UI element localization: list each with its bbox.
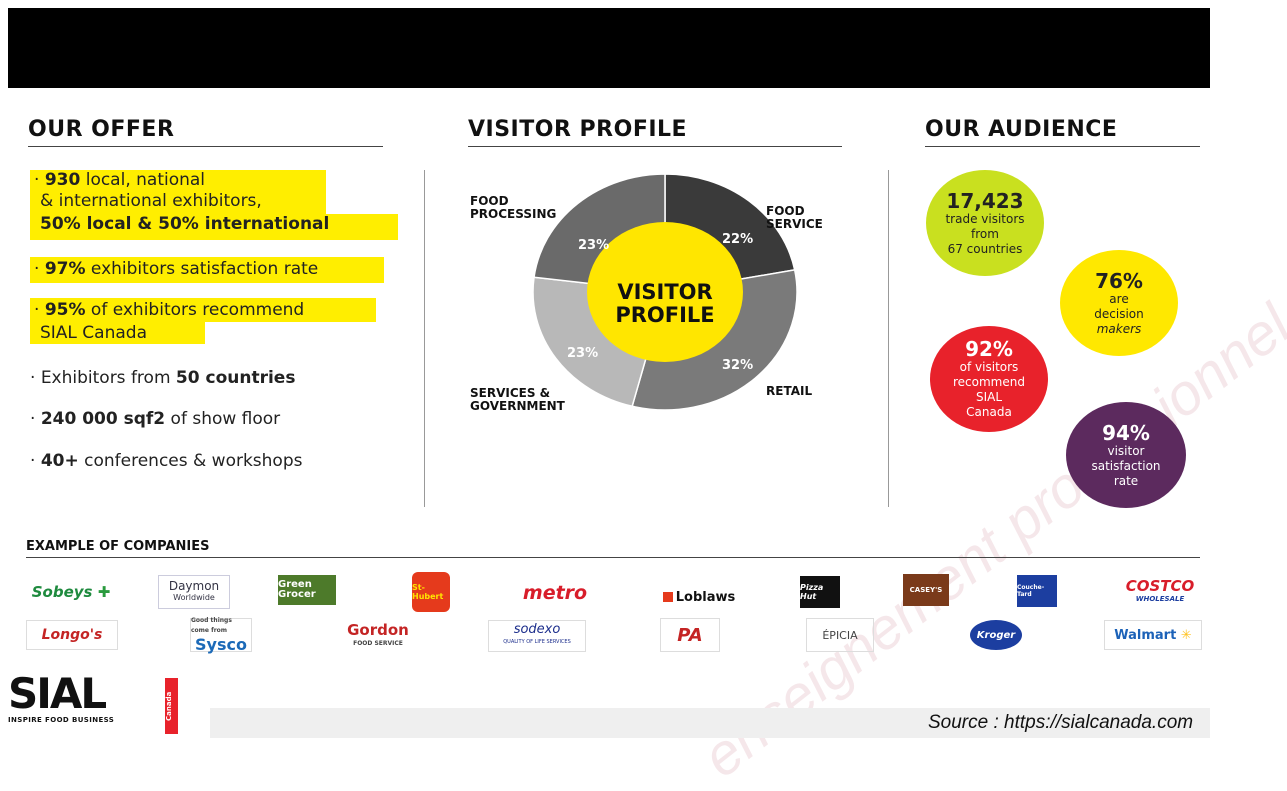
logo-st-hubert: St-Hubert [412,572,450,612]
offer-title: OUR OFFER [28,117,175,142]
offer-bullet-floor: · 240 000 sqf2 of show floor [30,409,281,429]
offer-bullet-conferences: · 40+ conferences & workshops [30,451,303,471]
audience-circle-satisfaction: 94% visitor satisfaction rate [1066,402,1186,508]
logo-epicia: ÉPICIA [806,618,874,652]
logo-kroger: Kroger [970,620,1022,650]
logo-green-grocer: Green Grocer [278,575,336,605]
logo-couche-tard: Couche-Tard [1017,575,1057,607]
logo-sysco: Good things come from Sysco [190,617,252,654]
audience-circle-recommend: 92% of visitors recommend SIAL Canada [930,326,1048,432]
logo-daymon: Daymon Worldwide [158,575,230,609]
logo-walmart: Walmart ✳ [1104,620,1202,650]
offer-bullet-satisfaction: · 97% exhibitors satisfaction rate [30,257,384,283]
companies-rule [26,557,1200,558]
offer-bullet-sial-canada: SIAL Canada [30,322,205,344]
audience-circle-visitors: 17,423 trade visitors from 67 countries [926,170,1044,276]
audience-circle-decision: 76% are decision makers [1060,250,1178,356]
pct-retail: 32% [722,358,754,373]
label-services-gov: SERVICES & GOVERNMENT [470,386,565,413]
visitor-title: VISITOR PROFILE [468,117,688,142]
pct-food-service: 22% [722,232,754,247]
logo-pizza-hut: Pizza Hut [800,576,840,608]
header-bar [8,8,1210,88]
logo-gordon: Gordon FOOD SERVICE [347,621,409,648]
logo-sodexo: sodexo QUALITY OF LIFE SERVICES [488,620,586,652]
label-food-processing: FOOD PROCESSING [470,194,557,221]
pct-food-processing: 23% [578,238,610,253]
logo-costco: COSTCO WHOLESALE [1125,577,1195,604]
sial-logo: SIAL INSPIRE FOOD BUSINESS [8,669,115,725]
pct-services-gov: 23% [567,346,599,361]
donut-center-label: VISITOR PROFILE [615,280,715,327]
logo-loblaws: Loblaws [654,588,744,606]
label-food-service: FOOD SERVICE [766,204,823,231]
offer-bullet-recommend: · 95% of exhibitors recommend [30,298,376,322]
label-retail: RETAIL [766,384,813,398]
source-text: Source : https://sialcanada.com [928,712,1194,733]
visitor-title-rule [468,146,842,147]
logo-metro: metro [522,582,588,604]
audience-title-rule [925,146,1200,147]
divider-right [888,170,889,507]
logo-pa: PA [660,618,720,652]
sial-logo-canada-tab: Canada [165,678,178,734]
divider-left [424,170,425,507]
offer-bullet-countries: · Exhibitors from 50 countries [30,368,296,388]
companies-title: EXAMPLE OF COMPANIES [26,539,210,554]
offer-title-rule [28,146,383,147]
audience-title: OUR AUDIENCE [925,117,1118,142]
offer-bullet-exhibitors: · 930 local, national & international ex… [30,170,326,214]
offer-bullet-local-intl: 50% local & 50% international [30,214,398,240]
logo-sobeys: Sobeys ✚ [31,583,111,601]
logo-longos: Longo's [26,620,118,650]
logo-caseys: CASEY'S [903,574,949,606]
